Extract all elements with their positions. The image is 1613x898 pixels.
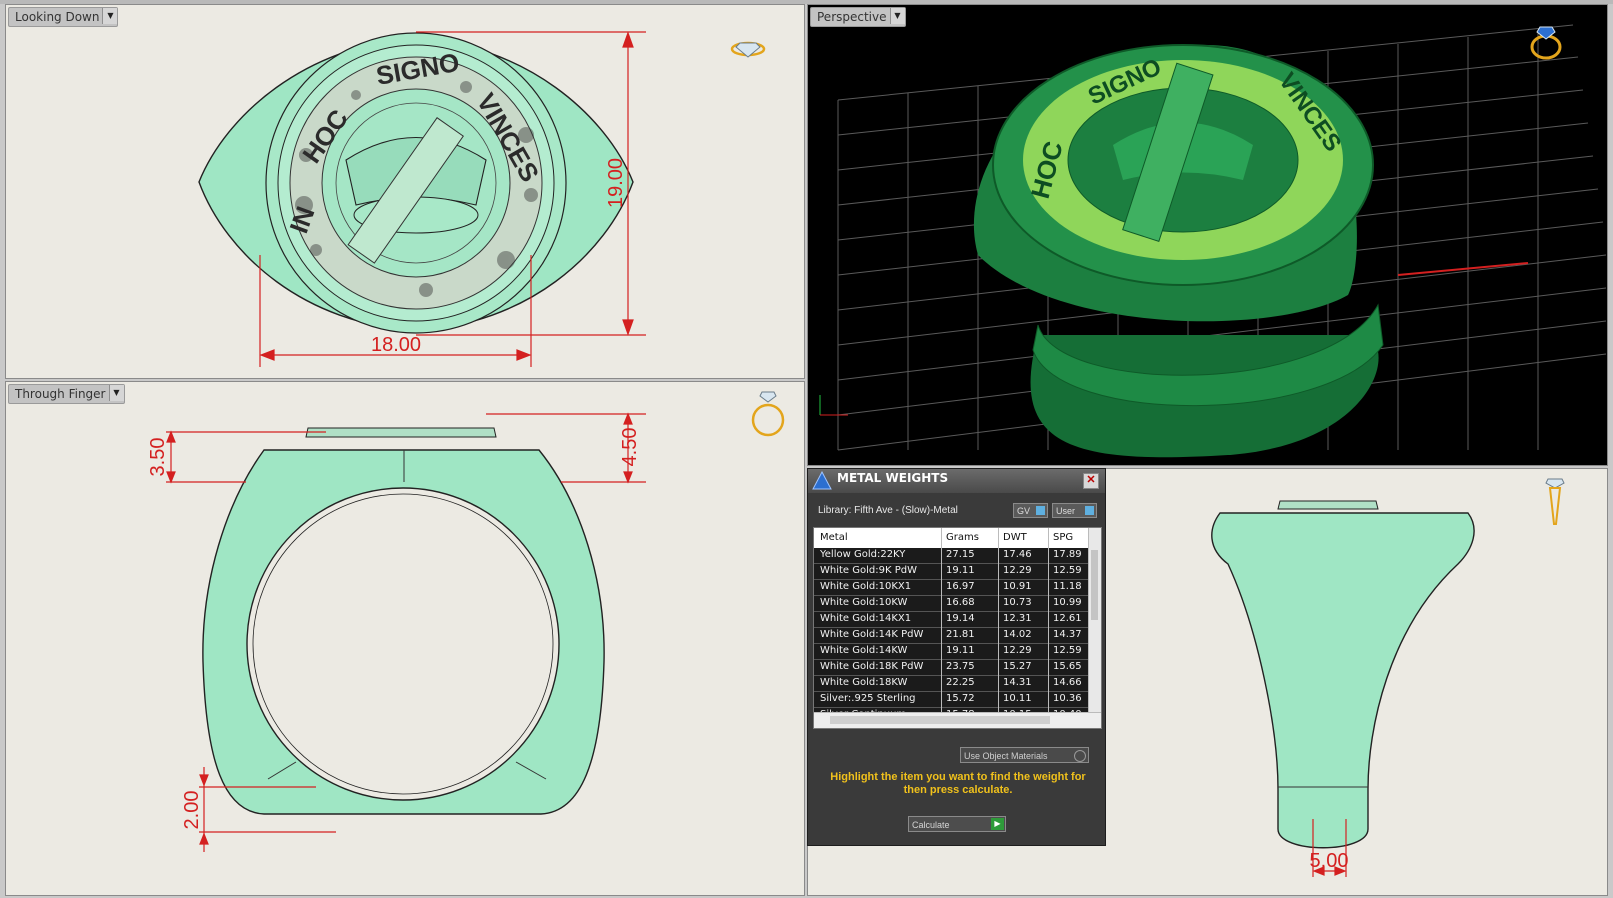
cell-dwt: 14.31: [1003, 677, 1032, 688]
viewport-label-perspective[interactable]: Perspective ▼: [810, 7, 906, 27]
toggle-indicator-icon: [1036, 506, 1045, 515]
cell-metal: White Gold:18K PdW: [820, 661, 924, 672]
cell-grams: 16.97: [946, 581, 975, 592]
cell-dwt: 17.46: [1003, 549, 1032, 560]
gv-toggle[interactable]: GV: [1013, 503, 1048, 518]
close-icon[interactable]: ✕: [1083, 473, 1099, 489]
metal-weights-table[interactable]: Metal Grams DWT SPG Yellow Gold:22KY 27.1…: [813, 527, 1102, 729]
cell-spg: 10.99: [1053, 597, 1082, 608]
ring-front-view: 3.50 4.50 2.00: [147, 391, 785, 852]
perspective-render: HOC SIGNO VINCES: [819, 24, 1607, 458]
column-divider: [998, 528, 999, 712]
axis-gizmo: [819, 395, 848, 416]
cell-grams: 27.15: [946, 549, 975, 560]
cell-spg: 17.89: [1053, 549, 1082, 560]
chevron-down-icon[interactable]: ▼: [108, 385, 124, 401]
cell-dwt: 14.02: [1003, 629, 1032, 640]
ring-diamond-icon: [730, 41, 766, 58]
horizontal-scrollbar[interactable]: [814, 712, 1101, 728]
cell-spg: 14.37: [1053, 629, 1082, 640]
chevron-down-icon[interactable]: ▼: [889, 8, 905, 24]
cell-dwt: 15.27: [1003, 661, 1032, 672]
cell-spg: 15.65: [1053, 661, 1082, 672]
use-object-materials-toggle[interactable]: Use Object Materials: [960, 747, 1089, 763]
cell-metal: White Gold:18KW: [820, 677, 908, 688]
scrollbar-thumb[interactable]: [830, 716, 1050, 724]
cell-grams: 16.68: [946, 597, 975, 608]
cell-metal: White Gold:10KW: [820, 597, 908, 608]
cell-dwt: 10.73: [1003, 597, 1032, 608]
column-divider: [941, 528, 942, 712]
cell-dwt: 12.29: [1003, 645, 1032, 656]
cell-dwt: 12.31: [1003, 613, 1032, 624]
toggle-indicator-icon: [1085, 506, 1094, 515]
viewport-through-finger[interactable]: 3.50 4.50 2.00 Through Finger ▼: [5, 381, 805, 896]
calculate-button[interactable]: Calculate ▶: [908, 816, 1006, 832]
column-header-spg[interactable]: SPG: [1053, 532, 1073, 543]
library-label: Library: Fifth Ave - (Slow)-Metal: [818, 505, 958, 516]
cell-spg: 12.59: [1053, 565, 1082, 576]
cell-grams: 21.81: [946, 629, 975, 640]
cell-grams: 19.11: [946, 565, 975, 576]
ring-diamond-icon: [1530, 26, 1562, 60]
svg-text:18.00: 18.00: [371, 334, 421, 356]
svg-text:2.00: 2.00: [181, 791, 203, 830]
chevron-down-icon[interactable]: ▼: [102, 8, 118, 24]
viewport-label-looking-down[interactable]: Looking Down ▼: [8, 7, 119, 27]
metal-weights-title: METAL WEIGHTS: [837, 471, 949, 485]
svg-text:19.00: 19.00: [605, 158, 627, 208]
metal-weights-titlebar[interactable]: METAL WEIGHTS ✕: [808, 469, 1105, 493]
cell-grams: 19.11: [946, 645, 975, 656]
metal-weights-panel: METAL WEIGHTS ✕ Library: Fifth Ave - (Sl…: [807, 468, 1106, 846]
viewport-perspective[interactable]: HOC SIGNO VINCES Perspective ▼: [807, 4, 1608, 466]
cell-grams: 19.14: [946, 613, 975, 624]
cell-grams: 15.72: [946, 693, 975, 704]
cell-metal: Silver:.925 Sterling: [820, 693, 916, 704]
cell-metal: White Gold:10KX1: [820, 581, 912, 592]
cell-metal: Yellow Gold:22KY: [820, 549, 906, 560]
svg-text:3.50: 3.50: [147, 438, 169, 477]
cell-dwt: 10.91: [1003, 581, 1032, 592]
user-toggle[interactable]: User: [1052, 503, 1097, 518]
column-header-dwt[interactable]: DWT: [1003, 532, 1027, 543]
app-logo-icon: [812, 471, 832, 490]
cell-dwt: 12.29: [1003, 565, 1032, 576]
svg-text:4.50: 4.50: [619, 428, 641, 467]
play-icon: ▶: [991, 818, 1004, 830]
cell-metal: White Gold:9K PdW: [820, 565, 917, 576]
column-header-metal[interactable]: Metal: [820, 532, 848, 543]
cell-metal: White Gold:14K PdW: [820, 629, 924, 640]
cell-grams: 23.75: [946, 661, 975, 672]
viewport-label-through-finger[interactable]: Through Finger ▼: [8, 384, 125, 404]
ring-outline-icon: [751, 391, 785, 437]
column-divider: [1048, 528, 1049, 712]
scrollbar-thumb[interactable]: [1091, 550, 1098, 620]
vertical-scrollbar[interactable]: [1088, 528, 1101, 712]
cell-metal: White Gold:14KX1: [820, 613, 912, 624]
cell-dwt: 10.11: [1003, 693, 1032, 704]
cell-spg: 12.61: [1053, 613, 1082, 624]
cell-grams: 22.25: [946, 677, 975, 688]
ring-top-view: IN HOC SIGNO VINCES 18.00 19.00: [198, 31, 766, 367]
ring-side-icon: [1545, 478, 1565, 525]
viewport-looking-down[interactable]: IN HOC SIGNO VINCES 18.00 19.00 Looking …: [5, 4, 805, 379]
instruction-message: Highlight the item you want to find the …: [830, 771, 1086, 796]
cell-spg: 12.59: [1053, 645, 1082, 656]
column-header-grams[interactable]: Grams: [946, 532, 979, 543]
ring-render: HOC SIGNO VINCES: [973, 44, 1384, 458]
cell-metal: White Gold:14KW: [820, 645, 908, 656]
radio-icon: [1074, 750, 1086, 762]
cell-spg: 14.66: [1053, 677, 1082, 688]
cell-spg: 10.36: [1053, 693, 1082, 704]
cell-spg: 11.18: [1053, 581, 1082, 592]
svg-text:5.00: 5.00: [1310, 850, 1349, 872]
